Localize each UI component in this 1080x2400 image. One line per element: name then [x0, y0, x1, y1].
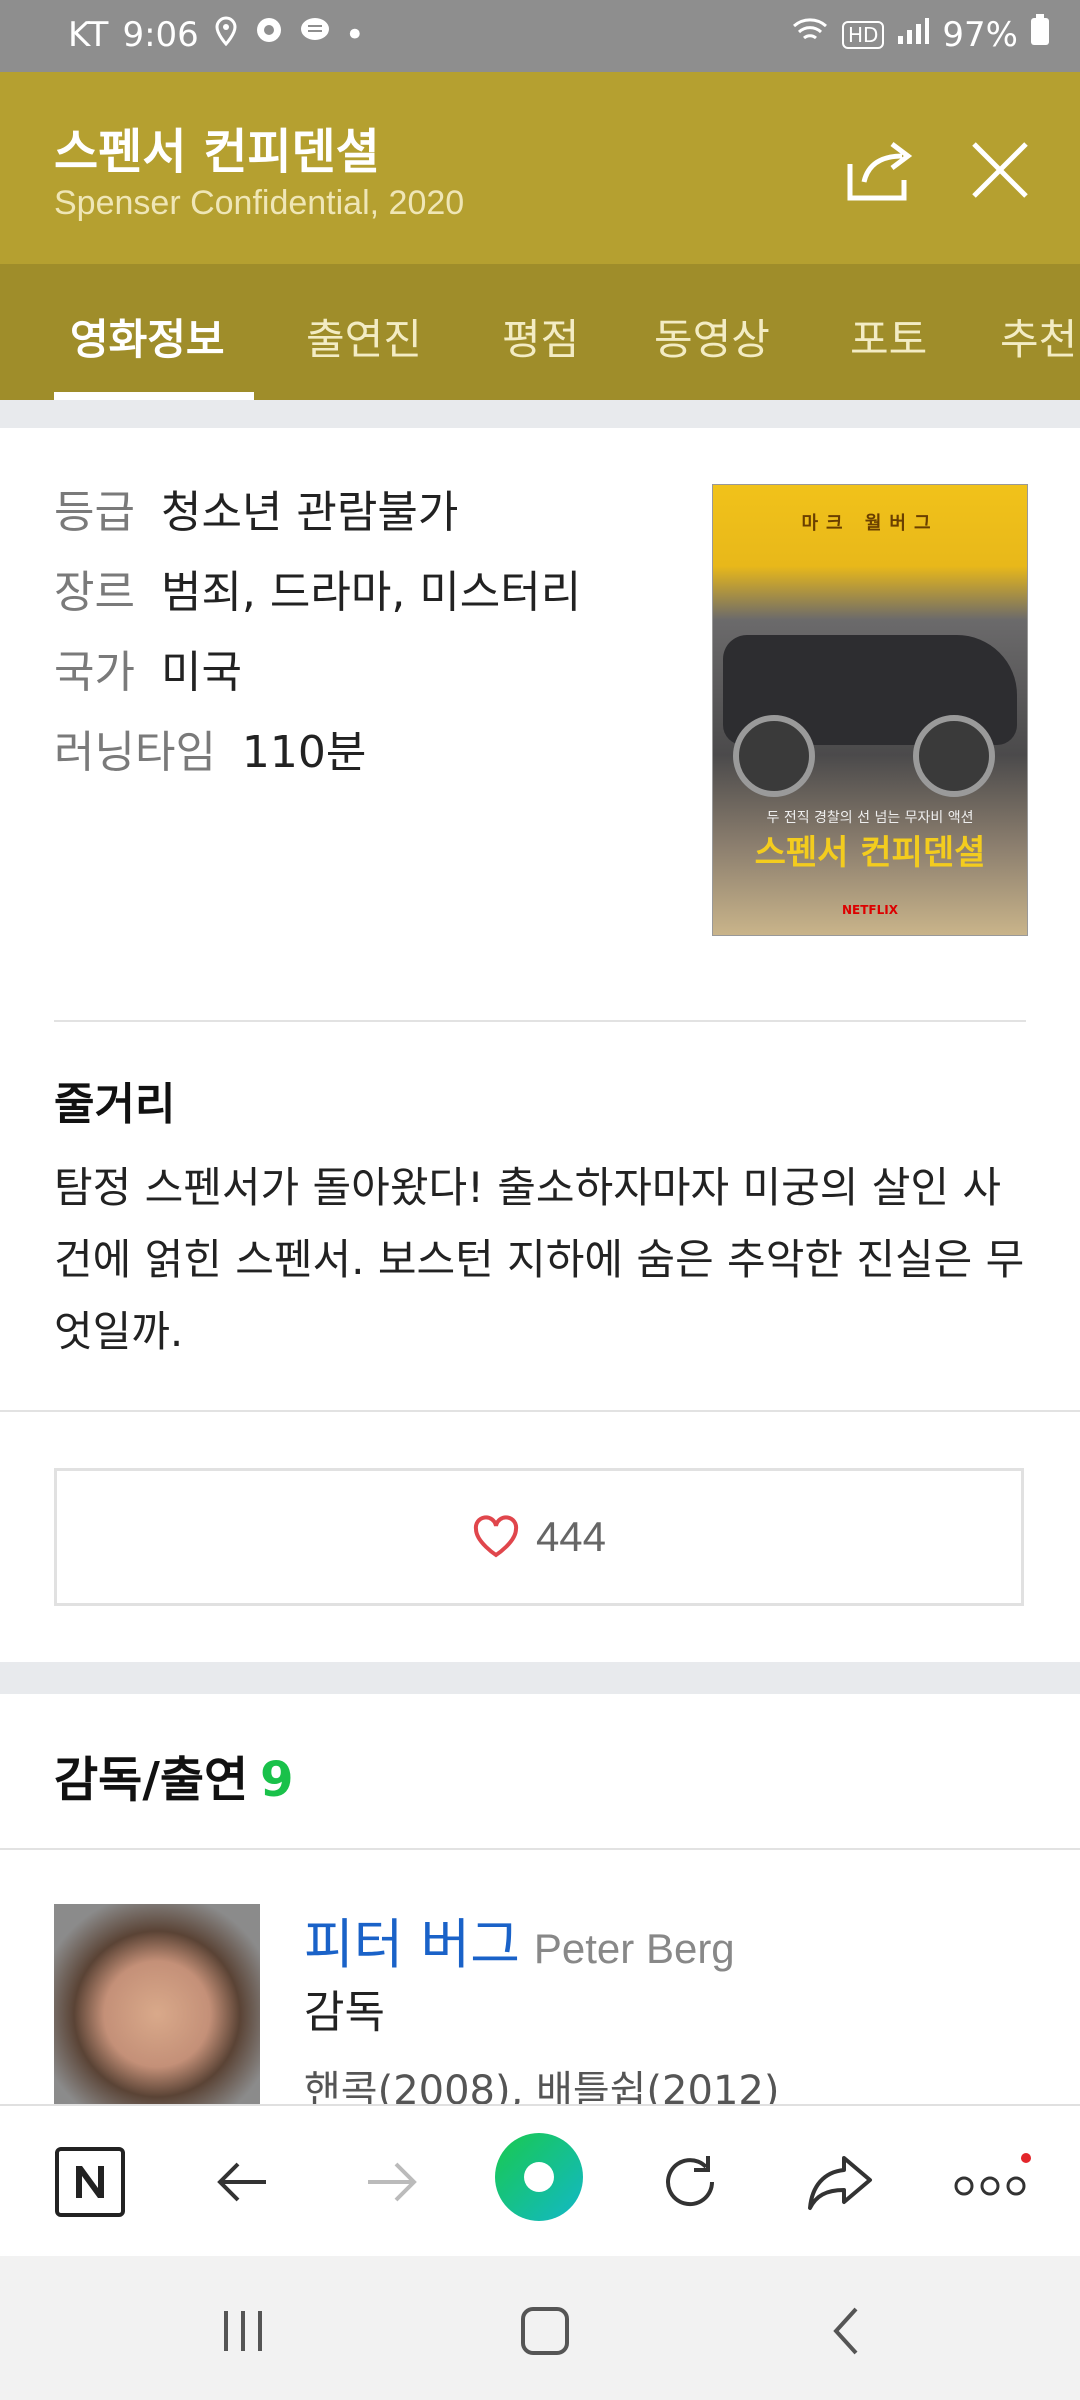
person-name-ko[interactable]: 피터 버그	[304, 1913, 520, 1976]
tab-movie-info[interactable]: 영화정보	[70, 306, 225, 367]
home-button[interactable]	[510, 2296, 580, 2366]
poster-wheel	[733, 715, 815, 797]
section-gap	[0, 400, 1080, 428]
location-icon	[213, 15, 239, 55]
naver-home-icon	[55, 2147, 125, 2217]
poster-tagline: 두 전직 경찰의 선 넘는 무자비 액션	[766, 810, 974, 826]
info-value: 범죄, 드라마, 미스터리	[160, 567, 582, 618]
info-row-country: 국가 미국	[54, 636, 242, 700]
time-text: 9:06	[122, 14, 199, 55]
tab-recommend[interactable]: 추천	[1000, 306, 1077, 367]
info-label: 장르	[54, 567, 135, 618]
info-label: 러닝타임	[54, 727, 216, 778]
tab-video[interactable]: 동영상	[654, 306, 770, 367]
info-label: 등급	[54, 487, 135, 538]
system-back-button[interactable]	[812, 2296, 882, 2366]
tab-cast[interactable]: 출연진	[306, 306, 422, 367]
back-button[interactable]	[206, 2146, 278, 2218]
info-value: 청소년 관람불가	[160, 487, 459, 538]
poster-logo: NETFLIX	[842, 903, 898, 917]
dot-icon: •	[344, 14, 365, 55]
active-tab-indicator	[54, 392, 254, 400]
status-bar: KT 9:06 • HD 97%	[0, 0, 1080, 72]
cast-title-text: 감독/출연	[54, 1752, 249, 1808]
tab-bar: 영화정보 출연진 평점 동영상 포토 추천	[0, 264, 1080, 400]
poster-title: 스펜서 컨피덴셜	[754, 833, 986, 873]
like-count: 444	[535, 1513, 607, 1560]
forward-arrow-icon	[368, 2162, 417, 2202]
info-row-genre: 장르 범죄, 드라마, 미스터리	[54, 556, 581, 620]
browser-toolbar	[0, 2104, 1080, 2258]
synopsis-heading: 줄거리	[54, 1079, 176, 1130]
refresh-icon	[666, 2156, 715, 2207]
share-button[interactable]	[840, 130, 920, 210]
signal-icon	[896, 15, 930, 55]
home-icon	[521, 2307, 569, 2355]
poster-top-text: 마크 월버그	[801, 513, 939, 534]
battery-text: 97%	[942, 14, 1018, 55]
cast-section-title: 감독/출연 9	[54, 1740, 294, 1810]
movie-poster[interactable]: 마크 월버그 두 전직 경찰의 선 넘는 무자비 액션 스펜서 컨피덴셜 NET…	[712, 484, 1028, 936]
refresh-button[interactable]	[654, 2146, 726, 2218]
heart-icon	[473, 1515, 519, 1558]
back-arrow-icon	[217, 2162, 266, 2202]
back-icon	[833, 2307, 858, 2355]
green-dot-button[interactable]	[494, 2132, 584, 2222]
movie-subtitle: Spenser Confidential, 2020	[54, 184, 465, 222]
recent-apps-button[interactable]	[208, 2296, 278, 2366]
battery-icon	[1030, 14, 1050, 55]
person-role: 감독	[304, 1987, 385, 2038]
tab-rating[interactable]: 평점	[502, 306, 579, 367]
cast-count: 9	[260, 1752, 294, 1808]
naver-home-button[interactable]	[54, 2146, 126, 2218]
like-button[interactable]: 444	[54, 1468, 1024, 1606]
divider	[0, 1848, 1080, 1850]
carrier-text: KT	[68, 14, 109, 55]
close-icon	[972, 142, 1028, 198]
divider	[0, 1410, 1080, 1412]
share-icon	[847, 142, 913, 201]
person-photo[interactable]	[54, 1904, 260, 2104]
movie-header: 스펜서 컨피덴셜 Spenser Confidential, 2020	[0, 72, 1080, 264]
wifi-icon	[790, 14, 830, 55]
poster-wheel	[913, 715, 995, 797]
divider	[54, 1020, 1026, 1022]
hd-badge: HD	[841, 20, 885, 49]
message-icon	[299, 15, 331, 55]
synopsis-text: 탐정 스펜서가 돌아왔다! 출소하자마자 미궁의 살인 사건에 얽힌 스펜서. …	[54, 1163, 1025, 1356]
system-nav-bar	[0, 2256, 1080, 2400]
person-name[interactable]: 피터 버그 Peter Berg	[304, 1900, 735, 1979]
forward-button[interactable]	[356, 2146, 428, 2218]
person-name-en: Peter Berg	[533, 1925, 735, 1972]
info-row-runtime: 러닝타임 110분	[54, 716, 366, 780]
green-dot-icon	[495, 2133, 583, 2221]
more-icon	[954, 2153, 1031, 2196]
share-arrow-icon	[808, 2156, 872, 2210]
movie-title: 스펜서 컨피덴셜	[54, 124, 380, 180]
section-gap	[0, 1662, 1080, 1694]
info-label: 국가	[54, 647, 135, 698]
more-button[interactable]	[952, 2146, 1032, 2218]
share-page-button[interactable]	[804, 2146, 876, 2218]
recent-apps-icon	[224, 2311, 262, 2351]
info-value: 110분	[241, 727, 367, 778]
info-value: 미국	[160, 647, 242, 698]
tab-photo[interactable]: 포토	[850, 306, 927, 367]
info-row-rating: 등급 청소년 관람불가	[54, 476, 458, 540]
settings-gear-icon	[253, 14, 285, 55]
close-button[interactable]	[960, 130, 1040, 210]
